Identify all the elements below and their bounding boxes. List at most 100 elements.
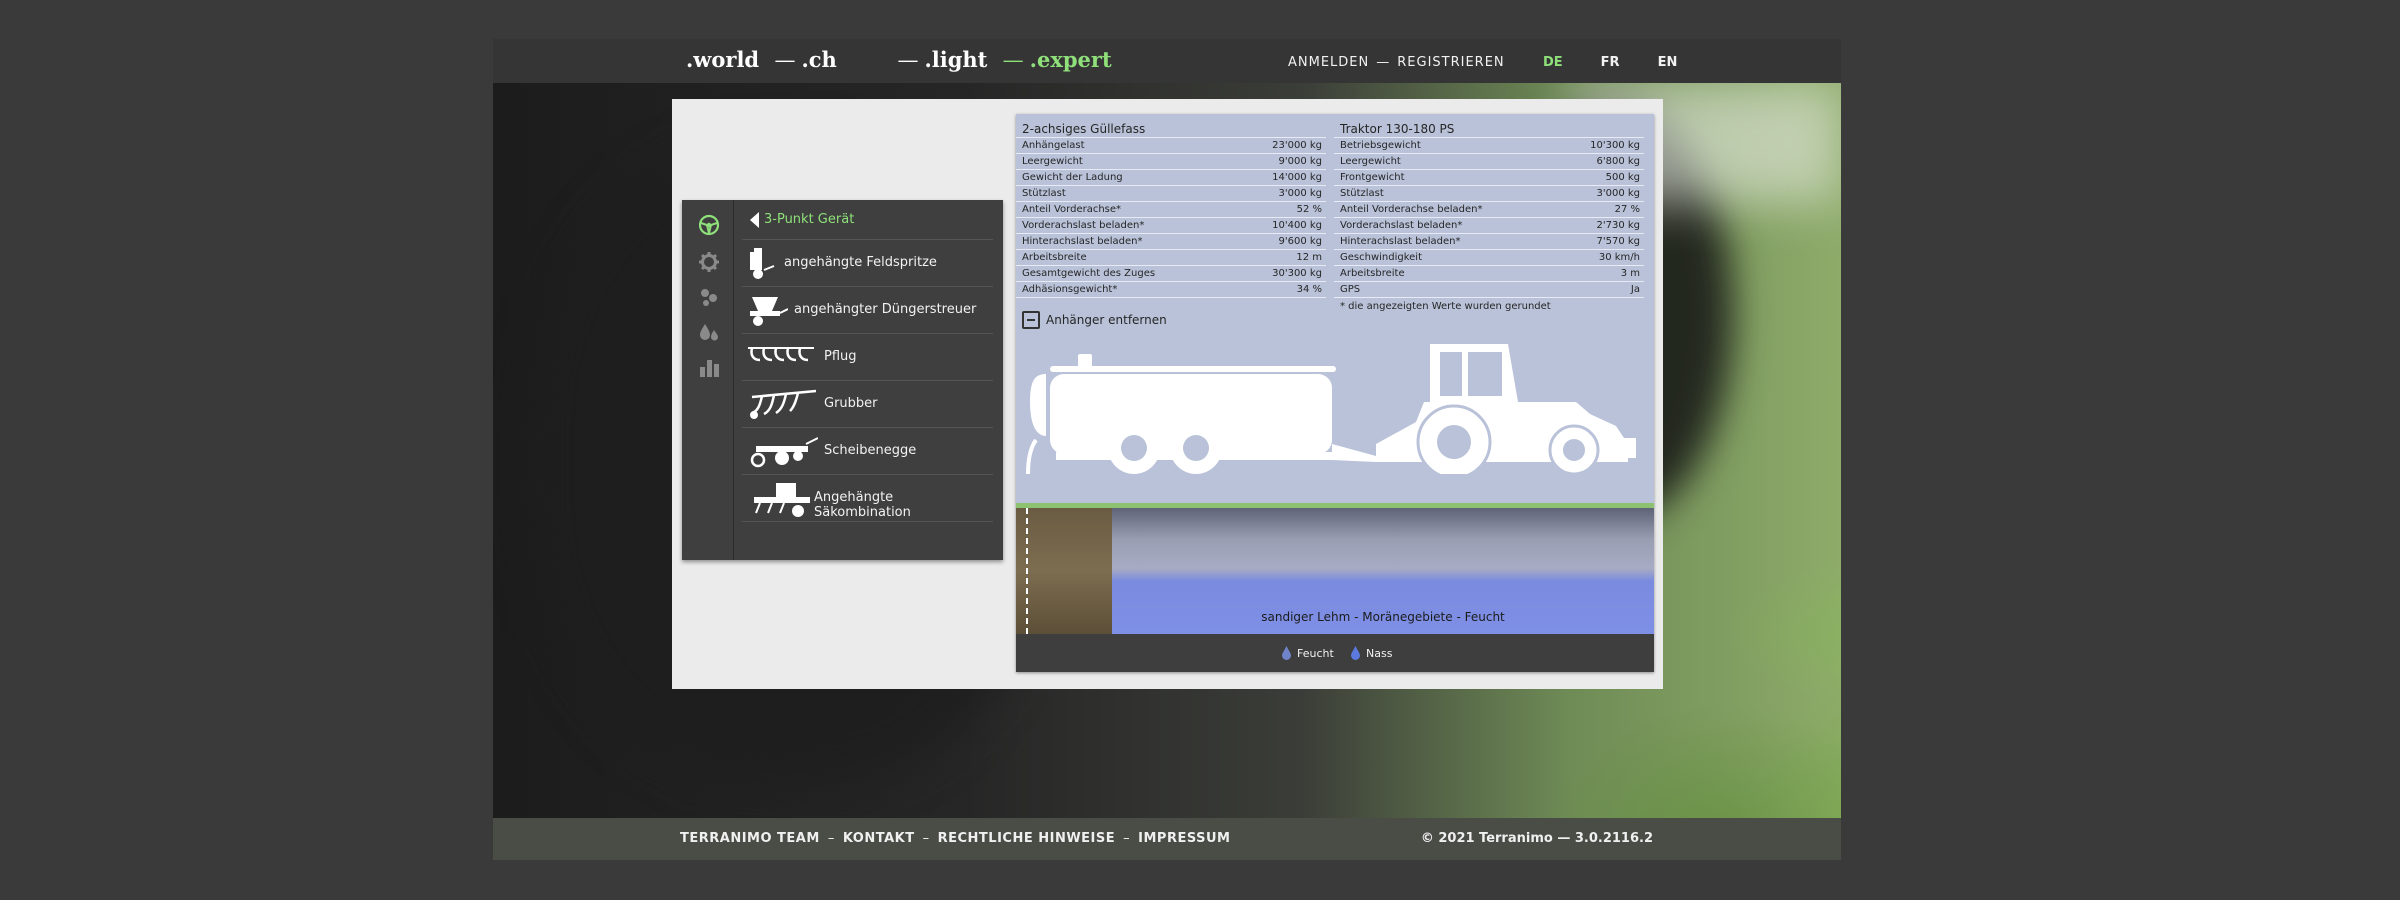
table-row: Betriebsgewicht 10'300 kg	[1334, 138, 1644, 154]
gear-icon[interactable]	[698, 251, 720, 273]
menu-item-pflug[interactable]: Pflug	[742, 334, 993, 381]
row-value: 2'730 kg	[1596, 220, 1640, 231]
tractor-table: Traktor 130-180 PS Betriebsgewicht 10'300…	[1334, 122, 1644, 298]
particles-icon[interactable]	[698, 286, 720, 308]
site-switcher: .world — .ch — .light — .expert	[686, 47, 1112, 72]
menu-item-label: angehängter Düngerstreuer	[794, 302, 977, 317]
table-row: Gesamtgewicht des Zuges 30'300 kg	[1016, 266, 1326, 282]
drop-icon	[1282, 646, 1291, 660]
minus-icon	[1022, 311, 1040, 329]
site-link-expert[interactable]: .expert	[1030, 47, 1112, 72]
menu-list: 3-Punkt Gerät angehängte Feldspritze ang…	[742, 200, 993, 522]
footer-link-team[interactable]: TERRANIMO TEAM	[680, 831, 820, 846]
footer-link-legal[interactable]: RECHTLICHE HINWEISE	[938, 831, 1116, 846]
menu-item-label: Scheibenegge	[824, 443, 917, 458]
row-label: Arbeitsbreite	[1022, 252, 1087, 263]
plough-icon	[748, 347, 814, 362]
row-value: 9'000 kg	[1278, 156, 1322, 167]
row-label: Anteil Vorderachse beladen*	[1340, 204, 1483, 215]
footer-separator: –	[1123, 831, 1131, 846]
row-label: Betriebsgewicht	[1340, 140, 1421, 151]
drops-icon[interactable]	[698, 321, 720, 343]
vehicle-info-panel: 2-achsiges Güllefass Anhängelast 23'000 k…	[1016, 114, 1654, 672]
menu-item-label: Angehängte Säkombination	[814, 490, 911, 520]
row-value: 3'000 kg	[1278, 188, 1322, 199]
footer-link-contact[interactable]: KONTAKT	[843, 831, 915, 846]
row-value: 27 %	[1614, 204, 1640, 215]
table-row: Gewicht der Ladung 14'000 kg	[1016, 170, 1326, 186]
row-value: 34 %	[1296, 284, 1322, 295]
row-label: Stützlast	[1340, 188, 1384, 199]
remove-trailer-button[interactable]: Anhänger entfernen	[1022, 311, 1167, 329]
footer-link-imprint[interactable]: IMPRESSUM	[1138, 831, 1230, 846]
soil-label: sandiger Lehm - Moränegebiete - Feucht	[1261, 610, 1505, 624]
site-link-world[interactable]: .world	[686, 47, 759, 72]
lang-en[interactable]: EN	[1658, 55, 1678, 70]
root-line	[1026, 508, 1028, 634]
row-label: Arbeitsbreite	[1340, 268, 1405, 279]
row-label: Frontgewicht	[1340, 172, 1405, 183]
steering-wheel-icon[interactable]	[698, 214, 720, 236]
table-row: Vorderachslast beladen* 10'400 kg	[1016, 218, 1326, 234]
disc-harrow-icon	[750, 437, 818, 468]
table-row: Anteil Vorderachse beladen* 27 %	[1334, 202, 1644, 218]
menu-back-label: 3-Punkt Gerät	[764, 212, 855, 227]
register-link[interactable]: REGISTRIEREN	[1397, 55, 1504, 70]
field-sprayer-icon	[750, 248, 775, 279]
row-value: 7'570 kg	[1596, 236, 1640, 247]
row-label: Gesamtgewicht des Zuges	[1022, 268, 1156, 279]
row-value: 12 m	[1296, 252, 1322, 263]
copyright: © 2021 Terranimo — 3.0.2116.2	[1420, 831, 1653, 846]
site-link-light[interactable]: .light	[924, 47, 987, 72]
row-value: 6'800 kg	[1596, 156, 1640, 167]
cultivator-icon	[750, 389, 817, 419]
menu-item-saekombination[interactable]: Angehängte Säkombination	[742, 475, 993, 522]
menu-item-duengerstreuer[interactable]: angehängter Düngerstreuer	[742, 287, 993, 334]
tractor-title: Traktor 130-180 PS	[1334, 122, 1644, 138]
menu-item-label: Pflug	[824, 349, 857, 364]
menu-item-scheibenegge[interactable]: Scheibenegge	[742, 428, 993, 475]
row-value: 10'400 kg	[1272, 220, 1322, 231]
table-row: GPS Ja	[1334, 282, 1644, 298]
row-label: Vorderachslast beladen*	[1340, 220, 1463, 231]
menu-item-label: Grubber	[824, 396, 878, 411]
footer: TERRANIMO TEAM – KONTAKT – RECHTLICHE HINWEI…	[493, 818, 1841, 860]
table-row: Frontgewicht 500 kg	[1334, 170, 1644, 186]
language-switcher: DE FR EN	[1543, 55, 1715, 70]
footer-separator: –	[922, 831, 930, 846]
row-value: Ja	[1630, 284, 1640, 295]
bar-chart-icon[interactable]	[698, 356, 720, 378]
lang-de[interactable]: DE	[1543, 55, 1563, 70]
menu-item-feldspritze[interactable]: angehängte Feldspritze	[742, 240, 993, 287]
row-label: Adhäsionsgewicht*	[1022, 284, 1118, 295]
site-separator: —	[774, 48, 796, 72]
table-row: Vorderachslast beladen* 2'730 kg	[1334, 218, 1644, 234]
table-row: Stützlast 3'000 kg	[1016, 186, 1326, 202]
seed-drill-icon	[754, 483, 810, 517]
menu-item-grubber[interactable]: Grubber	[742, 381, 993, 428]
remove-trailer-label: Anhänger entfernen	[1046, 313, 1167, 327]
implement-menu: 3-Punkt Gerät angehängte Feldspritze ang…	[682, 200, 1003, 560]
menu-sidebar	[682, 200, 734, 560]
table-row: Anhängelast 23'000 kg	[1016, 138, 1326, 154]
row-label: Anteil Vorderachse*	[1022, 204, 1122, 215]
row-label: Stützlast	[1022, 188, 1066, 199]
login-link[interactable]: ANMELDEN	[1288, 55, 1369, 70]
row-value: 9'600 kg	[1278, 236, 1322, 247]
row-value: 30'300 kg	[1272, 268, 1322, 279]
moisture-legend: Feucht Nass	[1016, 634, 1654, 672]
row-value: 10'300 kg	[1590, 140, 1640, 151]
row-label: Anhängelast	[1022, 140, 1085, 151]
legend-item-nass: Nass	[1350, 646, 1392, 660]
rounding-note: * die angezeigten Werte wurden gerundet	[1340, 301, 1551, 312]
site-link-ch[interactable]: .ch	[801, 47, 836, 72]
table-row: Hinterachslast beladen* 7'570 kg	[1334, 234, 1644, 250]
site-separator: —	[1002, 48, 1024, 72]
row-label: GPS	[1340, 284, 1361, 295]
footer-separator: –	[827, 831, 835, 846]
top-header: .world — .ch — .light — .expert ANMELDEN — RE…	[493, 39, 1841, 83]
trailer-table: 2-achsiges Güllefass Anhängelast 23'000 k…	[1016, 122, 1326, 298]
menu-back-button[interactable]: 3-Punkt Gerät	[742, 200, 993, 240]
menu-item-label: angehängte Feldspritze	[784, 255, 937, 270]
lang-fr[interactable]: FR	[1601, 55, 1620, 70]
